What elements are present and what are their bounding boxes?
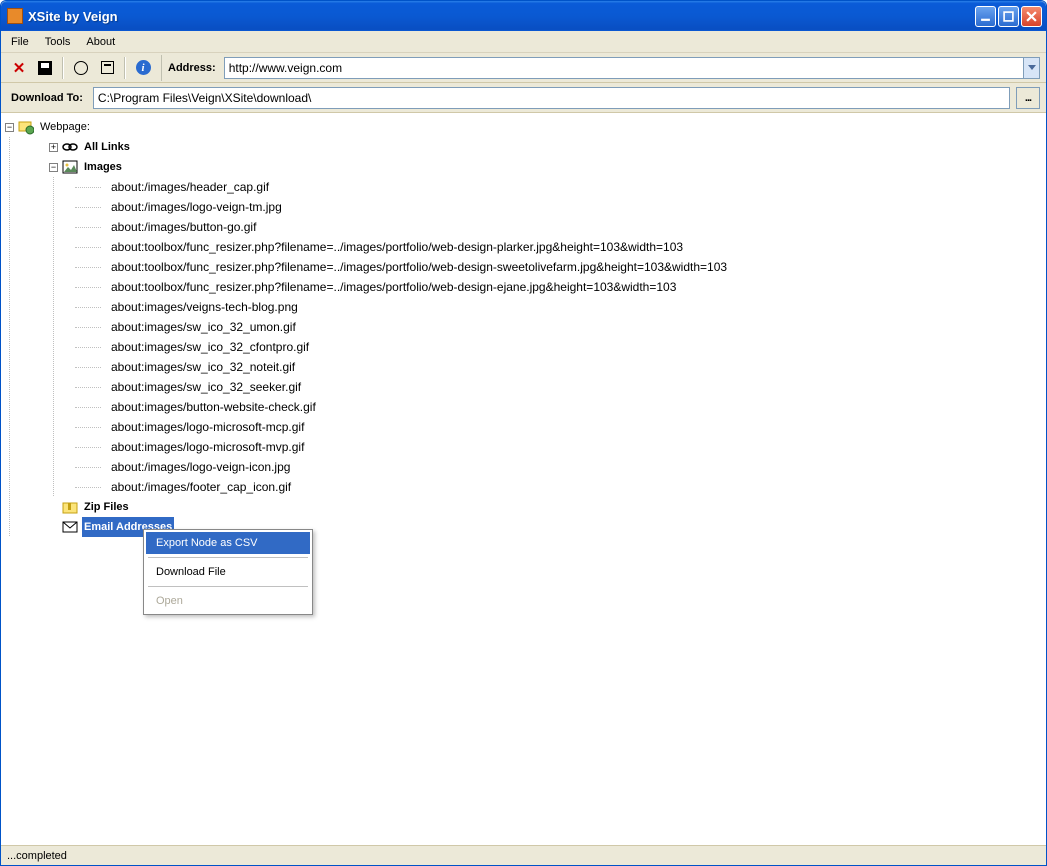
expand-toggle[interactable]: + (49, 143, 58, 152)
maximize-button[interactable] (998, 6, 1019, 27)
tree-leaf-text: about:images/logo-microsoft-mvp.gif (111, 437, 304, 457)
app-window: XSite by Veign File Tools About ✕ i Addr… (0, 0, 1047, 866)
tree-leaf-image[interactable]: about:/images/button-go.gif (71, 217, 1046, 237)
tree-leaf-image[interactable]: about:images/logo-microsoft-mvp.gif (71, 437, 1046, 457)
tree-leaf-image[interactable]: about:toolbox/func_resizer.php?filename=… (71, 257, 1046, 277)
webpage-icon (18, 119, 34, 135)
context-menu: Export Node as CSV Download File Open (143, 529, 313, 615)
tree-label-zip-files: Zip Files (82, 497, 131, 517)
schedule-button[interactable] (95, 56, 119, 80)
tree-leaf-text: about:/images/logo-veign-icon.jpg (111, 457, 290, 477)
tree-leaf-image[interactable]: about:images/sw_ico_32_umon.gif (71, 317, 1046, 337)
menu-about[interactable]: About (78, 33, 123, 51)
menubar: File Tools About (1, 31, 1046, 53)
menu-separator (148, 586, 308, 587)
minimize-icon (980, 11, 991, 22)
toolbar-separator (124, 57, 126, 79)
delete-button[interactable]: ✕ (7, 56, 31, 80)
tree-leaf-image[interactable]: about:/images/logo-veign-icon.jpg (71, 457, 1046, 477)
email-icon (62, 519, 78, 535)
toolbar-separator (62, 57, 64, 79)
context-menu-download-file[interactable]: Download File (146, 561, 310, 583)
tree-leaf-text: about:/images/button-go.gif (111, 217, 256, 237)
tree-leaf-image[interactable]: about:/images/header_cap.gif (71, 177, 1046, 197)
tree-node-webpage[interactable]: − Webpage: (5, 117, 1046, 137)
collapse-toggle[interactable]: − (5, 123, 14, 132)
download-row: Download To: ... (1, 83, 1046, 113)
titlebar: XSite by Veign (1, 1, 1046, 31)
menu-separator (148, 557, 308, 558)
tree-leaf-text: about:/images/footer_cap_icon.gif (111, 477, 291, 497)
save-icon (38, 61, 52, 75)
tree-area: − Webpage: + (1, 113, 1046, 845)
tree-leaf-image[interactable]: about:images/logo-microsoft-mcp.gif (71, 417, 1046, 437)
close-button[interactable] (1021, 6, 1042, 27)
address-input[interactable] (224, 57, 1024, 79)
tree-leaf-text: about:images/button-website-check.gif (111, 397, 316, 417)
context-menu-open[interactable]: Open (146, 590, 310, 612)
tree-leaf-text: about:images/veigns-tech-blog.png (111, 297, 298, 317)
tree-leaf-image[interactable]: about:images/button-website-check.gif (71, 397, 1046, 417)
tree-leaf-text: about:/images/header_cap.gif (111, 177, 269, 197)
tree-leaf-text: about:toolbox/func_resizer.php?filename=… (111, 277, 676, 297)
tree-leaf-image[interactable]: about:toolbox/func_resizer.php?filename=… (71, 277, 1046, 297)
collapse-toggle[interactable]: − (49, 163, 58, 172)
save-button[interactable] (33, 56, 57, 80)
chevron-down-icon (1028, 65, 1036, 71)
tree-leaf-image[interactable]: about:images/sw_ico_32_cfontpro.gif (71, 337, 1046, 357)
zip-icon (62, 499, 78, 515)
globe-button[interactable] (69, 56, 93, 80)
tree-leaf-text: about:toolbox/func_resizer.php?filename=… (111, 257, 727, 277)
minimize-button[interactable] (975, 6, 996, 27)
tree-node-all-links[interactable]: + All Links (27, 137, 1046, 157)
download-path-input[interactable] (93, 87, 1010, 109)
window-title: XSite by Veign (28, 9, 975, 24)
tree-label-all-links: All Links (82, 137, 132, 157)
tree-leaf-image[interactable]: about:/images/footer_cap_icon.gif (71, 477, 1046, 497)
tree-leaf-image[interactable]: about:images/veigns-tech-blog.png (71, 297, 1046, 317)
globe-icon (74, 61, 88, 75)
window-buttons (975, 6, 1042, 27)
tree-label-webpage: Webpage: (38, 117, 92, 137)
tree-leaf-text: about:/images/logo-veign-tm.jpg (111, 197, 282, 217)
address-dropdown-button[interactable] (1024, 57, 1040, 79)
tree-leaf-text: about:images/logo-microsoft-mcp.gif (111, 417, 304, 437)
app-icon (7, 8, 23, 24)
tree-leaf-text: about:images/sw_ico_32_cfontpro.gif (111, 337, 309, 357)
toolbar: ✕ i Address: (1, 53, 1046, 83)
address-label: Address: (161, 55, 222, 81)
tree-label-images: Images (82, 157, 124, 177)
browse-button[interactable]: ... (1016, 87, 1040, 109)
calendar-icon (101, 61, 114, 74)
statusbar: ...completed (1, 845, 1046, 865)
download-to-label: Download To: (7, 92, 87, 104)
status-text: ...completed (7, 850, 67, 862)
info-button[interactable]: i (131, 56, 155, 80)
tree-node-images[interactable]: − Images (27, 157, 1046, 177)
tree: − Webpage: + (5, 117, 1046, 537)
address-wrap (224, 57, 1040, 79)
tree-node-zip-files[interactable]: Zip Files (27, 497, 1046, 517)
link-icon (62, 139, 78, 155)
tree-leaf-image[interactable]: about:images/sw_ico_32_noteit.gif (71, 357, 1046, 377)
menu-file[interactable]: File (3, 33, 37, 51)
tree-leaf-text: about:images/sw_ico_32_noteit.gif (111, 357, 295, 377)
menu-tools[interactable]: Tools (37, 33, 79, 51)
close-icon (1026, 11, 1037, 22)
tree-leaf-text: about:images/sw_ico_32_seeker.gif (111, 377, 301, 397)
context-menu-export-csv[interactable]: Export Node as CSV (146, 532, 310, 554)
tree-leaf-text: about:images/sw_ico_32_umon.gif (111, 317, 296, 337)
tree-leaf-text: about:toolbox/func_resizer.php?filename=… (111, 237, 683, 257)
tree-leaf-image[interactable]: about:/images/logo-veign-tm.jpg (71, 197, 1046, 217)
x-icon: ✕ (13, 59, 26, 77)
tree-leaf-image[interactable]: about:images/sw_ico_32_seeker.gif (71, 377, 1046, 397)
maximize-icon (1003, 11, 1014, 22)
tree-leaf-image[interactable]: about:toolbox/func_resizer.php?filename=… (71, 237, 1046, 257)
image-icon (62, 159, 78, 175)
info-icon: i (136, 60, 151, 75)
